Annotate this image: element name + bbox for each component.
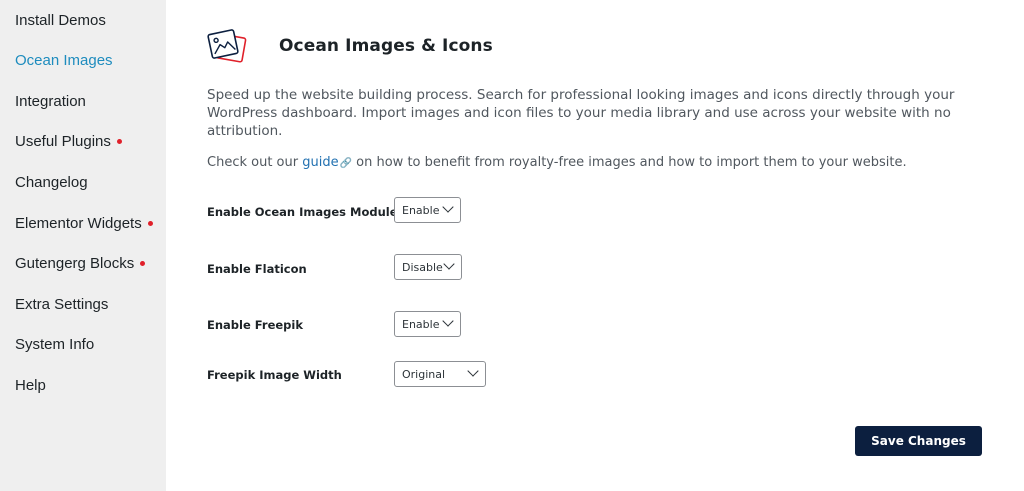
chevron-down-icon [443,258,455,270]
guide-link[interactable]: guide🔗 [302,155,352,170]
sidebar-item-elementor-widgets[interactable]: Elementor Widgets [15,214,153,234]
sidebar-item-label: Extra Settings [15,296,109,313]
sidebar-item-useful-plugins[interactable]: Useful Plugins [15,132,122,152]
notification-dot [116,138,122,144]
chevron-down-icon [442,201,454,213]
select-value: Enable [402,318,440,331]
save-changes-button[interactable]: Save Changes [855,426,982,456]
field-label-freepik: Enable Freepik [207,318,303,332]
sidebar-item-label: System Info [15,336,95,353]
sidebar-item-label: Gutengerg Blocks [15,255,135,272]
chevron-down-icon [467,365,479,377]
sidebar-item-label: Ocean Images [15,52,113,69]
sidebar-item-label: Changelog [15,174,88,191]
sidebar-item-label: Install Demos [15,12,106,29]
sidebar-item-label: Help [15,377,46,394]
flaticon-select[interactable]: Disable [394,254,462,280]
freepik-select[interactable]: Enable [394,311,461,337]
sidebar-item-system-info[interactable]: System Info [15,335,94,355]
images-icon [207,29,247,63]
sidebar-item-changelog[interactable]: Changelog [15,173,88,193]
field-label-freepik-image-width: Freepik Image Width [207,368,342,382]
sidebar-item-help[interactable]: Help [15,376,46,396]
main-panel [166,0,1024,491]
select-value: Disable [402,261,443,274]
sidebar-item-label: Integration [15,93,86,110]
sidebar-item-label: Elementor Widgets [15,215,142,232]
page-description: Speed up the website building process. S… [207,87,955,139]
select-value: Original [402,368,446,381]
field-label-ocean-images-module: Enable Ocean Images Module [207,205,398,219]
guide-prefix: Check out our [207,155,303,170]
sidebar-item-extra-settings[interactable]: Extra Settings [15,295,108,315]
sidebar-item-integration[interactable]: Integration [15,92,86,112]
field-label-flaticon: Enable Flaticon [207,262,307,276]
chevron-down-icon [442,315,454,327]
sidebar-item-ocean-images[interactable]: Ocean Images [15,51,113,71]
sidebar-item-gutengerg-blocks[interactable]: Gutengerg Blocks [15,254,146,274]
page-title: Ocean Images & Icons [279,36,493,56]
guide-link-label: guide [302,155,339,170]
notification-dot [140,260,146,266]
sidebar-item-install-demos[interactable]: Install Demos [15,11,106,31]
guide-text: Check out our guide🔗 on how to benefit f… [207,155,907,170]
external-link-icon: 🔗 [339,158,353,169]
select-value: Enable [402,204,440,217]
notification-dot [147,220,153,226]
sidebar: Install Demos Ocean Images Integration U… [0,0,166,491]
ocean-images-module-select[interactable]: Enable [394,197,461,223]
guide-suffix: on how to benefit from royalty-free imag… [352,155,907,170]
sidebar-item-label: Useful Plugins [15,133,111,150]
freepik-image-width-select[interactable]: Original [394,361,486,387]
